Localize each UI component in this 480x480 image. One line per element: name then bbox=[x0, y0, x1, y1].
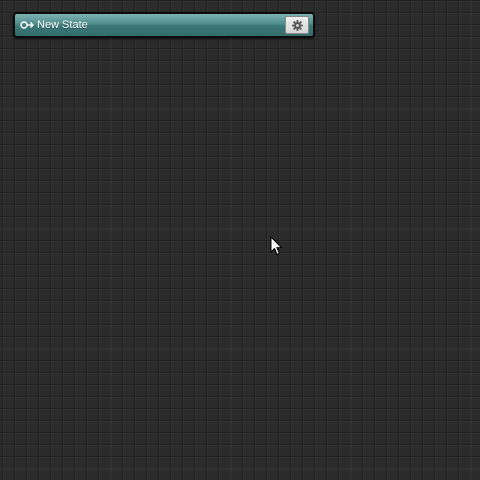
mouse-pointer-icon bbox=[270, 236, 282, 255]
state-node[interactable]: New State bbox=[13, 12, 315, 38]
gear-icon bbox=[291, 19, 303, 31]
state-machine-canvas[interactable]: New State bbox=[0, 0, 480, 480]
state-label: New State bbox=[37, 19, 88, 31]
state-settings-button[interactable] bbox=[285, 16, 309, 34]
entry-arrow-icon bbox=[20, 21, 34, 29]
